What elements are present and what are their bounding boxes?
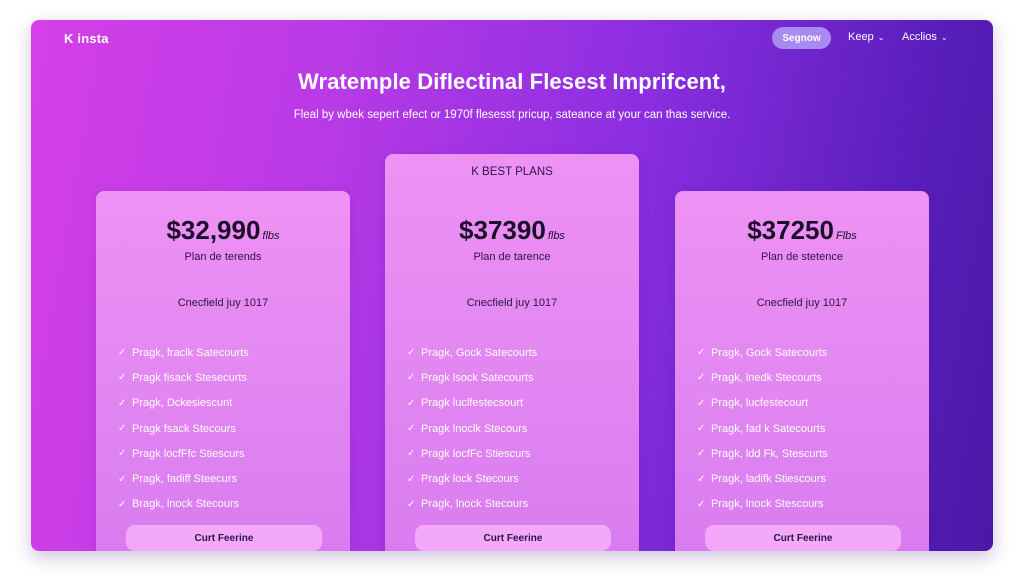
feature-item: ✓ Pragk locfFfc Stiescurs: [118, 441, 249, 466]
plan-subtitle: Plan de terends: [184, 251, 262, 263]
plan-select-button[interactable]: Curt Feerine: [126, 525, 322, 551]
check-icon: ✓: [697, 473, 706, 485]
check-icon: ✓: [697, 423, 706, 435]
feature-text: Pragk, lnock Stescours: [711, 498, 824, 511]
feature-text: Pragk, Gock Satecourts: [421, 346, 538, 359]
pricing-card-pro: $37250 Flbs Plan de stetence Cnecfield ju…: [675, 191, 929, 551]
check-icon: ✓: [407, 397, 416, 409]
feature-text: Pragk luclfestecsourt: [421, 397, 524, 410]
check-icon: ✓: [118, 423, 127, 435]
feature-item: ✓ Pragk, ldd Fk, Stescurts: [697, 441, 828, 466]
nav-menu-keep[interactable]: Keep ⌄: [848, 31, 884, 43]
feature-text: Pragk, Gock Satecourts: [711, 346, 828, 359]
check-icon: ✓: [407, 448, 416, 460]
check-icon: ✓: [118, 397, 127, 409]
check-icon: ✓: [118, 498, 127, 510]
feature-text: Pragk locfFc Stiescurs: [421, 447, 531, 460]
feature-text: Pragk lnoclk Stecours: [421, 422, 528, 435]
feature-item: ✓ Pragk, lnock Stecours: [407, 492, 537, 517]
brand-logo[interactable]: K insta: [64, 31, 109, 46]
price-display: $37390 flbs: [385, 215, 639, 246]
feature-item: ✓ Pragk locfFc Stiescurs: [407, 441, 537, 466]
feature-text: Pragk, lucfestecourt: [711, 397, 809, 410]
nav-menu-label: Keep: [848, 31, 874, 43]
feature-item: ✓ Pragk, fadiff Steecurs: [118, 466, 249, 491]
pricing-page: K insta Segnow Keep ⌄ Acclios ⌄ Wratempl…: [31, 20, 993, 551]
plan-select-button[interactable]: Curt Feerine: [705, 525, 901, 551]
feature-item: ✓ Pragk, Gock Satecourts: [407, 340, 537, 365]
plan-price: $37250: [747, 215, 834, 245]
feature-item: ✓ Pragk, lucfestecourt: [697, 391, 828, 416]
feature-list: ✓ Pragk, Gock Satecourts ✓ Pragk lsock Sat…: [407, 340, 537, 517]
feature-text: Pragk, fad k Satecourts: [711, 422, 826, 435]
feature-item: ✓ Pragk, Gock Satecourts: [697, 340, 828, 365]
check-icon: ✓: [407, 372, 416, 384]
feature-list: ✓ Pragk, fraclk Satecourts ✓ Pragk fisack …: [118, 340, 249, 517]
feature-item: ✓ Pragk lnoclk Stecours: [407, 416, 537, 441]
chevron-down-icon: ⌄: [940, 32, 948, 42]
price-unit: flbs: [547, 230, 565, 242]
feature-text: Pragk, Dckesiescunt: [132, 397, 233, 410]
feature-item: ✓ Pragk, lnedk Stecourts: [697, 365, 828, 390]
plan-billing-note: Cnecfield juy 1017: [466, 297, 558, 309]
pricing-card-featured: K BEST PLANS $37390 flbs Plan de tarence …: [385, 154, 639, 551]
plan-select-button[interactable]: Curt Feerine: [415, 525, 611, 551]
feature-item: ✓ Pragk luclfestecsourt: [407, 391, 537, 416]
check-icon: ✓: [118, 448, 127, 460]
check-icon: ✓: [697, 397, 706, 409]
feature-text: Pragk, fadiff Steecurs: [132, 473, 237, 486]
feature-item: ✓ Pragk, Dckesiescunt: [118, 391, 249, 416]
plan-price: $32,990: [166, 215, 261, 245]
price-display: $32,990 flbs: [96, 215, 350, 246]
nav-menu-acclios[interactable]: Acclios ⌄: [902, 31, 948, 43]
feature-text: Pragk, ladifk Stiescours: [711, 473, 826, 486]
feature-list: ✓ Pragk, Gock Satecourts ✓ Pragk, lnedk St…: [697, 340, 828, 517]
feature-text: Pragk lock Stecours: [421, 473, 519, 486]
feature-item: ✓ Pragk, lnock Stescours: [697, 492, 828, 517]
feature-item: ✓ Pragk lsock Satecourts: [407, 365, 537, 390]
feature-item: ✓ Pragk, fad k Satecourts: [697, 416, 828, 441]
feature-text: Pragk fisack Stesecurts: [132, 371, 247, 384]
nav-menu-label: Acclios: [902, 31, 937, 43]
feature-text: Pragk locfFfc Stiescurs: [132, 447, 245, 460]
plan-subtitle: Plan de tarence: [473, 251, 551, 263]
feature-item: ✓ Bragk, lnock Stecours: [118, 492, 249, 517]
page-headline: Wratemple Diflectinal Flesest Imprifcent…: [298, 69, 726, 94]
check-icon: ✓: [697, 448, 706, 460]
plan-subtitle: Plan de stetence: [761, 251, 843, 263]
plan-billing-note: Cnecfield juy 1017: [756, 297, 848, 309]
price-display: $37250 Flbs: [675, 215, 929, 246]
price-unit: Flbs: [835, 230, 857, 242]
feature-text: Pragk, ldd Fk, Stescurts: [711, 447, 828, 460]
check-icon: ✓: [697, 372, 706, 384]
check-icon: ✓: [407, 347, 416, 359]
check-icon: ✓: [697, 347, 706, 359]
pricing-card-basic: $32,990 flbs Plan de terends Cnecfield ju…: [96, 191, 350, 551]
signup-nav-button[interactable]: Segnow: [772, 27, 831, 49]
feature-text: Pragk, lnedk Stecourts: [711, 371, 822, 384]
plan-price: $37390: [459, 215, 546, 245]
check-icon: ✓: [697, 498, 706, 510]
check-icon: ✓: [118, 473, 127, 485]
plan-billing-note: Cnecfield juy 1017: [177, 297, 269, 309]
check-icon: ✓: [118, 347, 127, 359]
check-icon: ✓: [407, 473, 416, 485]
feature-text: Pragk, fraclk Satecourts: [132, 346, 249, 359]
check-icon: ✓: [407, 423, 416, 435]
feature-item: ✓ Pragk fsack Stecours: [118, 416, 249, 441]
feature-item: ✓ Pragk lock Stecours: [407, 466, 537, 491]
check-icon: ✓: [118, 372, 127, 384]
feature-text: Pragk, lnock Stecours: [421, 498, 528, 511]
page-subheadline: Fleal by wbek sepert efect or 1970f fles…: [293, 109, 731, 121]
feature-text: Pragk fsack Stecours: [132, 422, 236, 435]
feature-item: ✓ Pragk, fraclk Satecourts: [118, 340, 249, 365]
feature-text: Pragk lsock Satecourts: [421, 371, 534, 384]
featured-plan-badge: K BEST PLANS: [471, 166, 553, 178]
check-icon: ✓: [407, 498, 416, 510]
price-unit: flbs: [262, 230, 280, 242]
feature-item: ✓ Pragk fisack Stesecurts: [118, 365, 249, 390]
feature-item: ✓ Pragk, ladifk Stiescours: [697, 466, 828, 491]
feature-text: Bragk, lnock Stecours: [132, 498, 239, 511]
chevron-down-icon: ⌄: [877, 32, 885, 42]
